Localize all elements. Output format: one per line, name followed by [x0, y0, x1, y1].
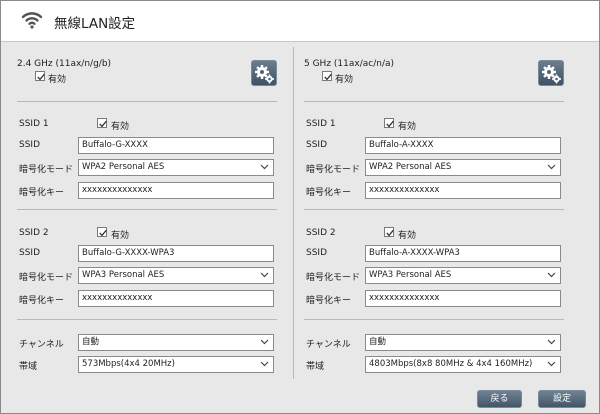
band-title: 2.4 GHz (11ax/n/g/b)	[17, 59, 112, 69]
ssid1-mode-label: 暗号化モード	[306, 165, 361, 175]
ssid1-ssid-input[interactable]	[78, 137, 274, 154]
ssid2-ssid-input[interactable]	[78, 245, 274, 262]
ssid2-enable-label: 有効	[398, 231, 417, 241]
ssid2-mode-label: 暗号化モード	[306, 273, 361, 283]
ssid2-mode-label: 暗号化モード	[19, 273, 74, 283]
chevron-down-icon	[547, 164, 556, 170]
advanced-settings-button[interactable]	[538, 60, 564, 86]
ssid1-key-input[interactable]	[78, 182, 274, 199]
bandwidth-label: 帯域	[306, 362, 325, 372]
bandwidth-select[interactable]: 4803Mbps(8x8 80MHz & 4x4 160MHz)	[365, 356, 561, 373]
check-icon	[99, 120, 107, 128]
chevron-down-icon	[260, 272, 269, 278]
channel-value: 自動	[369, 337, 387, 347]
ssid2-mode-value: WPA3 Personal AES	[82, 270, 165, 280]
ssid1-ssid-value[interactable]	[369, 139, 555, 152]
ssid1-mode-label: 暗号化モード	[19, 165, 74, 175]
ssid2-mode-select[interactable]: WPA3 Personal AES	[78, 267, 274, 284]
ssid1-key-value[interactable]	[82, 184, 268, 197]
ssid2-heading: SSID 2	[19, 228, 49, 238]
ssid2-ssid-value[interactable]	[82, 247, 268, 260]
divider	[17, 209, 277, 210]
page-title: 無線LAN設定	[54, 16, 136, 32]
ssid1-heading: SSID 1	[306, 119, 336, 129]
ssid1-enable-checkbox[interactable]	[97, 118, 107, 128]
ssid1-ssid-value[interactable]	[82, 139, 268, 152]
bandwidth-select[interactable]: 573Mbps(4x4 20MHz)	[78, 356, 274, 373]
ssid2-key-label: 暗号化キー	[306, 296, 352, 306]
apply-button[interactable]: 設定	[538, 390, 586, 408]
advanced-settings-button[interactable]	[251, 60, 277, 86]
ssid1-ssid-label: SSID	[306, 140, 328, 150]
ssid2-mode-value: WPA3 Personal AES	[369, 270, 452, 280]
check-icon	[386, 120, 394, 128]
chevron-down-icon	[260, 361, 269, 367]
divider	[304, 319, 564, 320]
gear-icon	[542, 65, 561, 84]
ssid2-key-label: 暗号化キー	[19, 296, 65, 306]
bandwidth-label: 帯域	[19, 362, 38, 372]
bandwidth-value: 4803Mbps(8x8 80MHz & 4x4 160MHz)	[369, 359, 533, 369]
channel-value: 自動	[82, 337, 100, 347]
divider	[17, 319, 277, 320]
band-panel-2-4ghz: 2.4 GHz (11ax/n/g/b) 有効 SSID 1 有効 SSID B…	[17, 42, 301, 382]
band-title: 5 GHz (11ax/ac/n/a)	[304, 59, 395, 69]
ssid1-ssid-label: SSID	[19, 140, 41, 150]
back-button[interactable]: 戻る	[477, 390, 522, 408]
band-enable-label: 有効	[335, 75, 354, 85]
wifi-icon	[21, 12, 43, 29]
ssid1-mode-select[interactable]: WPA2 Personal AES	[365, 159, 561, 176]
channel-select[interactable]: 自動	[365, 334, 561, 351]
band-enable-label: 有効	[48, 75, 67, 85]
ssid1-ssid-input[interactable]	[365, 137, 561, 154]
ssid1-enable-label: 有効	[398, 122, 417, 132]
gear-icon	[255, 65, 274, 84]
check-icon	[324, 73, 332, 81]
ssid1-mode-value: WPA2 Personal AES	[369, 162, 452, 172]
ssid1-key-label: 暗号化キー	[306, 188, 352, 198]
ssid2-key-value[interactable]	[82, 292, 268, 305]
ssid2-heading: SSID 2	[306, 228, 336, 238]
ssid1-enable-label: 有効	[111, 122, 130, 132]
ssid1-enable-checkbox[interactable]	[384, 118, 394, 128]
ssid2-ssid-label: SSID	[306, 248, 328, 258]
chevron-down-icon	[260, 339, 269, 345]
wireless-lan-settings-window: 無線LAN設定 2.4 GHz (11ax/n/g/b) 有効 SSID 1 有…	[0, 0, 600, 414]
chevron-down-icon	[547, 272, 556, 278]
ssid2-enable-label: 有効	[111, 231, 130, 241]
ssid2-enable-checkbox[interactable]	[384, 227, 394, 237]
ssid2-key-input[interactable]	[78, 290, 274, 307]
band-enable-checkbox[interactable]	[322, 71, 332, 81]
band-panel-5ghz: 5 GHz (11ax/ac/n/a) 有効 SSID 1 有効 SSID Bu…	[304, 42, 588, 382]
divider	[17, 101, 277, 102]
ssid2-ssid-label: SSID	[19, 248, 41, 258]
ssid2-ssid-input[interactable]	[365, 245, 561, 262]
ssid1-key-label: 暗号化キー	[19, 188, 65, 198]
band-enable-checkbox[interactable]	[35, 71, 45, 81]
channel-label: チャンネル	[306, 340, 351, 350]
check-icon	[99, 229, 107, 237]
divider	[304, 209, 564, 210]
channel-select[interactable]: 自動	[78, 334, 274, 351]
divider	[304, 101, 564, 102]
chevron-down-icon	[547, 339, 556, 345]
header-bar: 無線LAN設定	[1, 1, 599, 42]
check-icon	[37, 73, 45, 81]
check-icon	[386, 229, 394, 237]
ssid1-key-value[interactable]	[369, 184, 555, 197]
ssid2-enable-checkbox[interactable]	[97, 227, 107, 237]
chevron-down-icon	[547, 361, 556, 367]
ssid1-heading: SSID 1	[19, 119, 49, 129]
ssid1-mode-select[interactable]: WPA2 Personal AES	[78, 159, 274, 176]
bandwidth-value: 573Mbps(4x4 20MHz)	[82, 359, 175, 369]
ssid2-ssid-value[interactable]	[369, 247, 555, 260]
ssid1-mode-value: WPA2 Personal AES	[82, 162, 165, 172]
ssid2-key-input[interactable]	[365, 290, 561, 307]
chevron-down-icon	[260, 164, 269, 170]
ssid1-key-input[interactable]	[365, 182, 561, 199]
ssid2-mode-select[interactable]: WPA3 Personal AES	[365, 267, 561, 284]
channel-label: チャンネル	[19, 340, 64, 350]
ssid2-key-value[interactable]	[369, 292, 555, 305]
